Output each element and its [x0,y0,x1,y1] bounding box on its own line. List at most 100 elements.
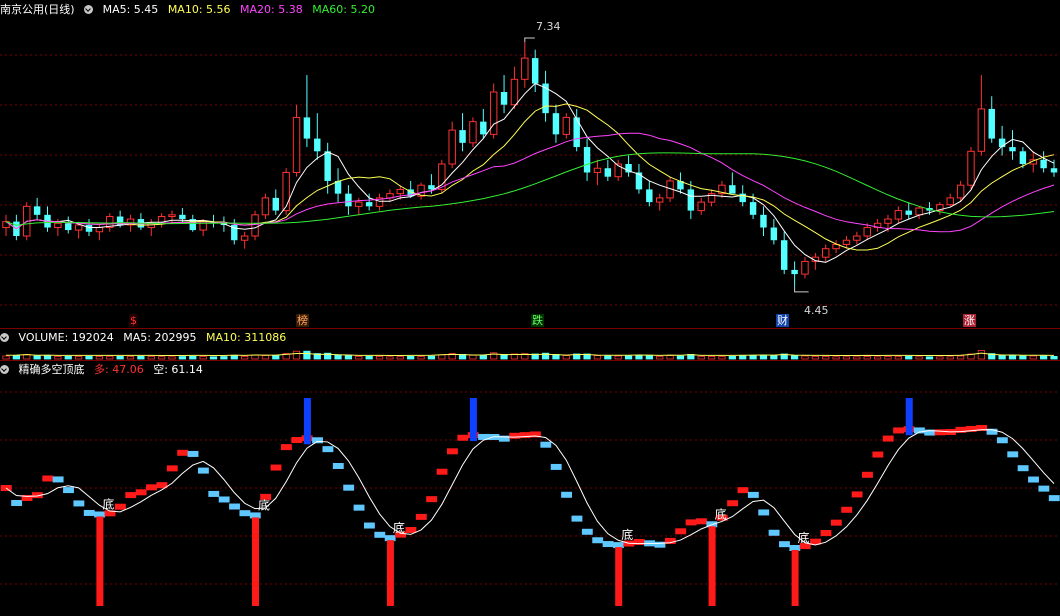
volume-bar [770,355,778,360]
volume-bar [801,355,809,360]
indicator-step [779,541,790,548]
indicator-step [882,435,894,442]
volume-bar [344,354,353,360]
event-marker-cai[interactable]: 财 [776,314,789,327]
candle-body [552,113,560,135]
bottom-signal-label: 底 [798,530,810,545]
volume-bar [780,353,788,360]
candle-body [428,185,435,190]
volume-toggle-icon[interactable] [0,333,9,342]
indicator-step [530,431,541,438]
top-signal-bar [905,398,913,436]
indicator-step [945,429,956,436]
indicator-step [218,496,230,503]
indicator-toggle-icon[interactable] [0,365,9,374]
volume-bar [676,355,685,360]
volume-bar [334,354,342,360]
volume-bar [604,355,612,360]
indicator-step [114,503,126,510]
indicator-step [1017,465,1029,472]
volume-bar [54,355,62,360]
event-marker-zhang[interactable]: 涨 [963,314,976,327]
candle-body [261,197,270,216]
indicator-step [561,491,573,498]
indicator-step [31,492,43,499]
volume-bar [365,355,373,360]
volume-bar [158,356,166,360]
candle-body [510,78,519,106]
indicator-step [716,514,728,521]
candle-body [842,239,851,245]
indicator-step [166,465,178,472]
volume-bar [656,355,664,360]
candle-body [521,57,529,80]
indicator-step [581,528,593,535]
candle-body [863,227,871,237]
volume-bar [510,353,519,360]
bottom-signal-label: 底 [102,496,114,511]
candle-body [967,150,975,186]
candle-body [646,189,653,203]
indicator-step [363,522,375,529]
candle-body [593,167,602,173]
event-marker-dollar[interactable]: $ [129,314,138,327]
volume-bar [168,356,176,360]
indicator-step [1038,485,1050,492]
candle-body [822,248,830,258]
event-marker-die[interactable]: 跌 [531,314,544,327]
volume-ma-line [5,352,1055,357]
volume-bar [624,355,633,360]
indicator-step [260,493,272,500]
volume-bar [241,355,249,360]
indicator-step [872,451,884,458]
indicator-step [675,528,687,535]
indicator-step [374,531,386,538]
volume-bar [977,349,985,360]
indicator-step [571,515,583,522]
bottom-signal-label: 底 [715,506,727,521]
indicator-step [685,519,697,526]
indicator-step [146,484,157,491]
volume-bar [458,353,467,360]
ma5-line [5,82,1055,263]
volume-ma10-label: MA10: 311086 [205,331,287,344]
volume-bar [189,355,197,360]
indicator-step [830,519,842,526]
volume-bar [915,356,923,360]
candle-body [977,108,986,152]
indicator-step [789,545,801,551]
candlestick-chart[interactable] [0,0,1060,330]
candle-body [853,235,861,241]
indicator-step [353,504,365,511]
volume-bar [1019,355,1027,360]
low-price-label: 4.45 [804,304,829,317]
panel-divider [0,328,1060,329]
indicator-step [540,441,552,448]
volume-bar [230,355,238,360]
indicator-step [903,426,915,433]
indicator-step [519,432,531,439]
indicator-step [94,511,106,518]
volume-label: VOLUME: 192024 [18,331,114,344]
indicator-step [893,427,905,434]
volume-bar [521,353,529,360]
indicator-step [664,537,676,544]
candle-body [573,117,580,148]
indicator-step [758,509,770,516]
indicator-step [52,476,64,483]
indicator-step [924,429,936,436]
top-signal-bar [303,398,311,445]
event-marker-bang[interactable]: 榜 [296,314,309,327]
duo-value: 多: 47.06 [94,363,144,376]
indicator-step [135,489,147,496]
panel-divider [0,360,1060,361]
volume-bar [116,355,124,360]
indicator-step [810,538,822,545]
volume-bar [635,354,643,360]
candle-body [179,214,186,220]
indicator-step [249,512,261,519]
indicator-step [602,541,614,548]
indicator-step [21,495,33,501]
volume-bar [386,356,394,360]
candle-body [33,206,41,215]
